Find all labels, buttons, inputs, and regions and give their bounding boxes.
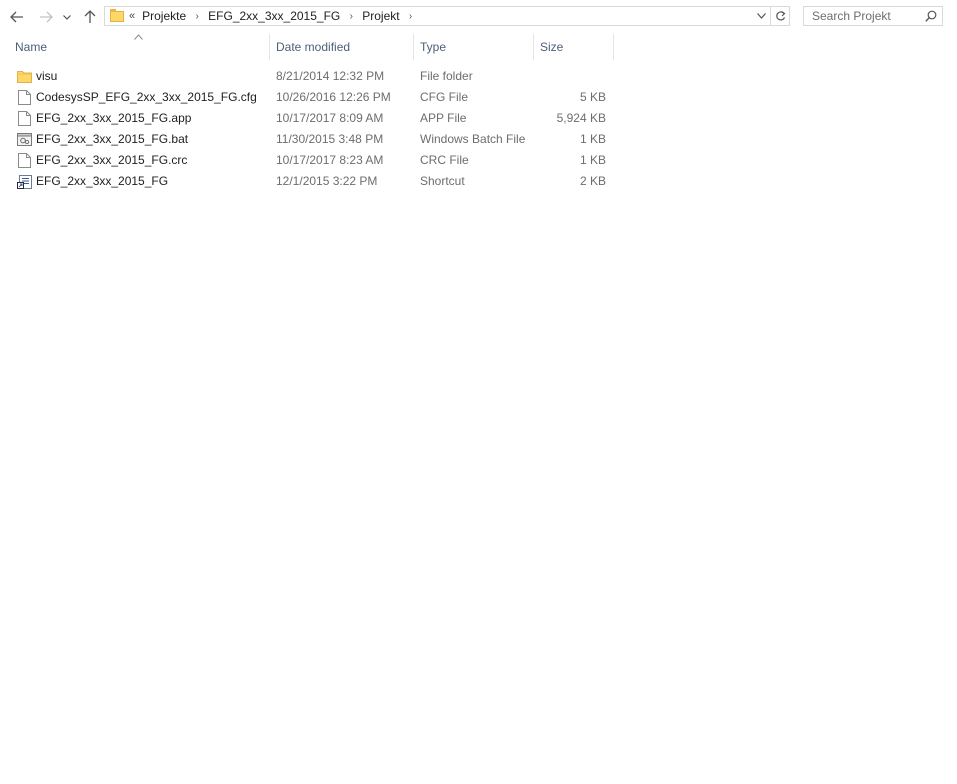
arrow-up-icon [84, 10, 96, 23]
folder-icon [17, 71, 32, 83]
file-size: 2 KB [579, 174, 606, 188]
file-type: CFG File [420, 90, 468, 104]
file-row-crc[interactable]: EFG_2xx_3xx_2015_FG.crc 10/17/2017 8:23 … [10, 150, 614, 171]
breadcrumb-separator[interactable]: › [186, 11, 208, 22]
search-icon[interactable] [925, 10, 937, 22]
refresh-button[interactable] [770, 7, 789, 25]
forward-button[interactable] [36, 6, 56, 28]
file-size: 5,924 KB [556, 111, 606, 125]
file-type: Shortcut [420, 174, 465, 188]
file-date-modified: 8/21/2014 12:32 PM [276, 69, 385, 83]
up-button[interactable] [80, 6, 100, 28]
file-row-visu[interactable]: visu 8/21/2014 12:32 PM File folder [10, 66, 614, 87]
navigation-bar: « Projekte › EFG_2xx_3xx_2015_FG › Proje… [0, 0, 957, 34]
file-type: APP File [420, 111, 467, 125]
address-history-dropdown[interactable] [753, 7, 769, 25]
file-name: EFG_2xx_3xx_2015_FG.bat [36, 132, 189, 146]
column-header-type[interactable]: Type [414, 34, 534, 60]
file-size [540, 66, 606, 87]
file-size: 1 KB [579, 153, 606, 167]
batch-file-icon [17, 133, 32, 146]
file-size: 5 KB [579, 90, 606, 104]
file-date-modified: 10/26/2016 12:26 PM [276, 90, 391, 104]
breadcrumb-item-efg[interactable]: EFG_2xx_3xx_2015_FG [208, 9, 340, 23]
file-type: File folder [420, 69, 473, 83]
file-type: CRC File [420, 153, 469, 167]
file-date-modified: 12/1/2015 3:22 PM [276, 174, 378, 188]
file-icon [18, 153, 31, 168]
file-name: CodesysSP_EFG_2xx_3xx_2015_FG.cfg [36, 90, 257, 104]
breadcrumb-separator[interactable]: › [400, 11, 422, 22]
column-header-date-modified[interactable]: Date modified [270, 34, 414, 60]
column-header-name[interactable]: Name [9, 34, 270, 60]
shortcut-icon [17, 175, 32, 189]
address-bar[interactable]: « Projekte › EFG_2xx_3xx_2015_FG › Proje… [104, 6, 790, 26]
arrow-left-icon [10, 11, 23, 23]
search-input[interactable] [812, 9, 920, 23]
file-icon [18, 90, 31, 105]
folder-icon [110, 8, 124, 22]
file-name: visu [36, 69, 58, 83]
breadcrumb-item-projekte[interactable]: Projekte [142, 9, 186, 23]
chevron-down-icon [63, 14, 71, 20]
column-header-row: Name Date modified Type Size [0, 34, 957, 60]
refresh-icon [775, 11, 785, 21]
breadcrumb-overflow[interactable]: « [129, 10, 135, 22]
search-box[interactable] [803, 6, 943, 26]
file-name: EFG_2xx_3xx_2015_FG [36, 174, 169, 188]
file-row-bat[interactable]: EFG_2xx_3xx_2015_FG.bat 11/30/2015 3:48 … [10, 129, 614, 150]
breadcrumb-item-projekt[interactable]: Projekt [362, 9, 399, 23]
breadcrumb-separator[interactable]: › [340, 11, 362, 22]
file-size: 1 KB [579, 132, 606, 146]
file-date-modified: 10/17/2017 8:09 AM [276, 111, 384, 125]
arrow-right-icon [40, 11, 53, 23]
chevron-down-icon [756, 13, 766, 19]
file-row-app[interactable]: EFG_2xx_3xx_2015_FG.app 10/17/2017 8:09 … [10, 108, 614, 129]
file-type: Windows Batch File [420, 132, 526, 146]
file-row-cfg[interactable]: CodesysSP_EFG_2xx_3xx_2015_FG.cfg 10/26/… [10, 87, 614, 108]
file-date-modified: 11/30/2015 3:48 PM [276, 132, 384, 146]
column-header-size[interactable]: Size [534, 34, 614, 60]
file-name: EFG_2xx_3xx_2015_FG.app [36, 111, 192, 125]
file-date-modified: 10/17/2017 8:23 AM [276, 153, 384, 167]
file-icon [18, 111, 31, 126]
file-name: EFG_2xx_3xx_2015_FG.crc [36, 153, 188, 167]
back-button[interactable] [7, 6, 27, 28]
recent-locations-button[interactable] [60, 6, 74, 28]
file-row-shortcut[interactable]: EFG_2xx_3xx_2015_FG 12/1/2015 3:22 PM Sh… [10, 171, 614, 192]
